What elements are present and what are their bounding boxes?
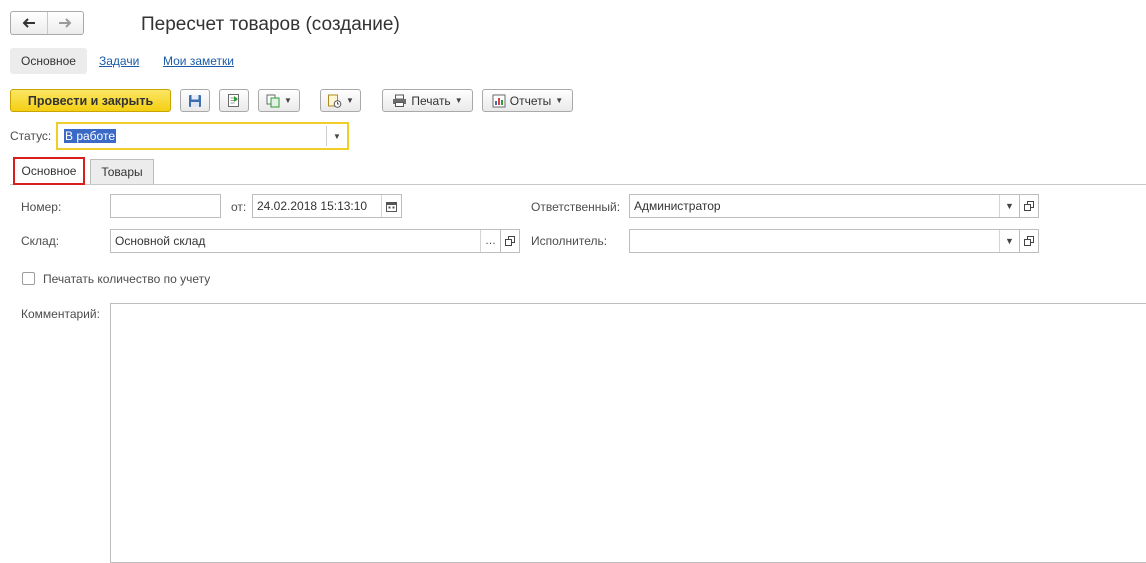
date-from-label: от: [231,200,247,214]
printer-icon [393,94,407,107]
arrow-right-icon [59,18,72,28]
warehouse-open-button[interactable] [501,229,520,253]
chevron-down-icon: ▼ [333,131,341,141]
number-field[interactable] [110,194,221,218]
open-window-icon [505,236,515,246]
page-title: Пересчет товаров (создание) [141,14,400,35]
status-dropdown-button[interactable]: ▼ [326,126,347,146]
report-chart-icon [492,94,506,107]
executor-open-button[interactable] [1020,229,1039,253]
post-and-close-button[interactable]: Провести и закрыть [10,89,171,112]
open-window-icon [1024,201,1034,211]
comment-label: Комментарий: [21,307,100,321]
warehouse-label: Склад: [21,234,60,248]
section-main[interactable]: Основное [10,48,87,74]
section-link-tasks[interactable]: Задачи [99,54,139,68]
reports-button[interactable]: Отчеты ▼ [482,89,573,112]
executor-field[interactable]: ▼ [629,229,1020,253]
create-based-on-icon [266,94,280,107]
section-link-notes[interactable]: Мои заметки [163,54,234,68]
print-button[interactable]: Печать ▼ [382,89,473,112]
comment-textarea[interactable] [110,303,1146,563]
number-label: Номер: [21,200,62,214]
status-value: В работе [64,129,117,143]
chevron-down-icon: ▼ [454,96,463,105]
print-qty-checkbox[interactable] [22,272,35,285]
document-structure-button[interactable]: ▼ [320,89,361,112]
navigation-buttons [10,11,84,35]
chevron-down-icon: ▼ [555,96,564,105]
status-select[interactable]: В работе ▼ [56,122,349,150]
date-value: 24.02.2018 15:13:10 [257,199,368,213]
open-window-icon [1024,236,1034,246]
reports-button-label: Отчеты [509,93,552,108]
arrow-left-icon [22,18,35,28]
responsible-value: Администратор [634,199,721,213]
tab-divider [10,184,1146,185]
post-button[interactable] [219,89,249,112]
responsible-open-button[interactable] [1020,194,1039,218]
calendar-icon [386,201,397,212]
chevron-down-icon: ▼ [1005,201,1014,211]
floppy-disk-icon [189,94,201,107]
responsible-field[interactable]: Администратор ▼ [629,194,1020,218]
document-structure-icon [328,94,342,108]
chevron-down-icon: ▼ [284,96,292,105]
tab-goods[interactable]: Товары [90,159,154,184]
chevron-down-icon: ▼ [346,96,354,105]
responsible-dropdown-button[interactable]: ▼ [999,195,1019,217]
responsible-label: Ответственный: [531,200,621,214]
status-label: Статус: [10,129,52,143]
create-based-on-button[interactable]: ▼ [258,89,300,112]
print-qty-label: Печатать количество по учету [43,272,211,286]
calendar-button[interactable] [381,195,401,217]
tab-main[interactable]: Основное [13,157,85,185]
warehouse-select-button[interactable]: … [480,230,500,252]
forward-button[interactable] [46,12,84,34]
chevron-down-icon: ▼ [1005,236,1014,246]
save-button[interactable] [180,89,210,112]
document-post-icon [228,94,239,107]
print-button-label: Печать [411,93,451,108]
executor-label: Исполнитель: [531,234,608,248]
warehouse-value: Основной склад [115,234,206,248]
back-button[interactable] [11,12,47,34]
warehouse-field[interactable]: Основной склад … [110,229,501,253]
executor-dropdown-button[interactable]: ▼ [999,230,1019,252]
date-field[interactable]: 24.02.2018 15:13:10 [252,194,402,218]
